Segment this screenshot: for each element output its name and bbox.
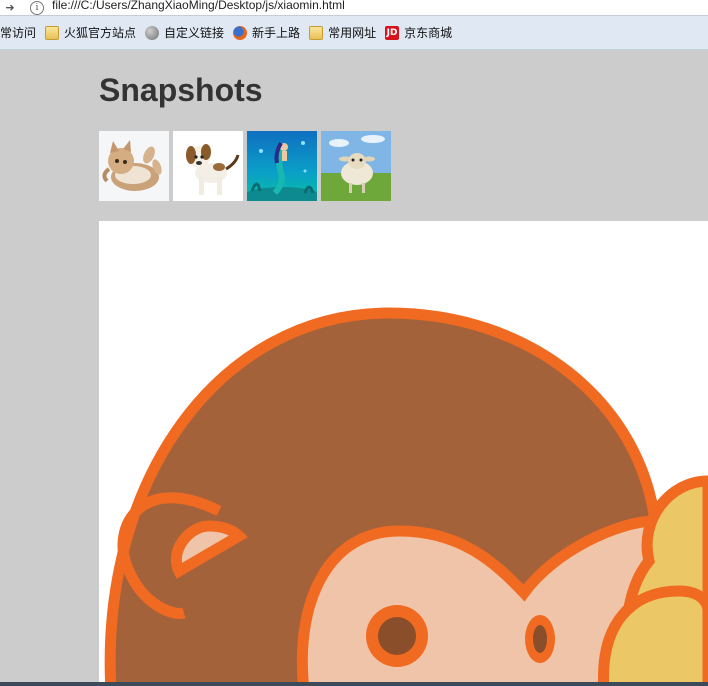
thumbnail-mermaid[interactable]	[247, 131, 317, 201]
bookmark-label: 常用网址	[328, 26, 377, 40]
globe-icon	[145, 25, 160, 40]
thumbnail-sheep[interactable]	[321, 131, 391, 201]
bookmark-most-visited[interactable]: 常访问	[0, 23, 36, 43]
back-arrow-icon[interactable]: ➜	[0, 0, 20, 15]
page-content: Snapshots	[0, 50, 708, 682]
jd-icon: JD	[385, 25, 400, 40]
thumbnail-puppy[interactable]	[173, 131, 243, 201]
bookmark-label: 新手上路	[252, 26, 301, 40]
firefox-icon	[233, 25, 248, 40]
url-bar: ➜ i file:///C:/Users/ZhangXiaoMing/Deskt…	[0, 0, 708, 16]
folder-icon	[45, 25, 60, 40]
main-image-placeholder	[99, 221, 708, 682]
folder-icon	[309, 25, 324, 40]
bookmark-label: 火狐官方站点	[64, 26, 137, 40]
taskbar-edge	[0, 682, 708, 686]
bookmark-label: 京东商城	[404, 26, 453, 40]
thumbnail-gallery	[99, 131, 391, 201]
monkey-illustration	[104, 307, 708, 682]
page-title: Snapshots	[99, 72, 263, 108]
url-text[interactable]: file:///C:/Users/ZhangXiaoMing/Desktop/j…	[52, 0, 345, 11]
thumbnail-kitten[interactable]	[99, 131, 169, 201]
info-icon[interactable]: i	[30, 0, 44, 15]
bookmarks-bar: 常访问 火狐官方站点 自定义链接 新手上路 常用网址 JD 京东商城	[0, 16, 708, 50]
bookmark-getting-started[interactable]: 新手上路	[233, 23, 300, 43]
bookmark-common-sites[interactable]: 常用网址	[309, 23, 376, 43]
bookmark-jd-mall[interactable]: JD 京东商城	[385, 23, 452, 43]
bookmark-label: 常访问	[0, 26, 37, 40]
bookmark-label: 自定义链接	[164, 26, 225, 40]
bookmark-firefox-official[interactable]: 火狐官方站点	[45, 23, 136, 43]
bookmark-custom-link[interactable]: 自定义链接	[145, 23, 224, 43]
